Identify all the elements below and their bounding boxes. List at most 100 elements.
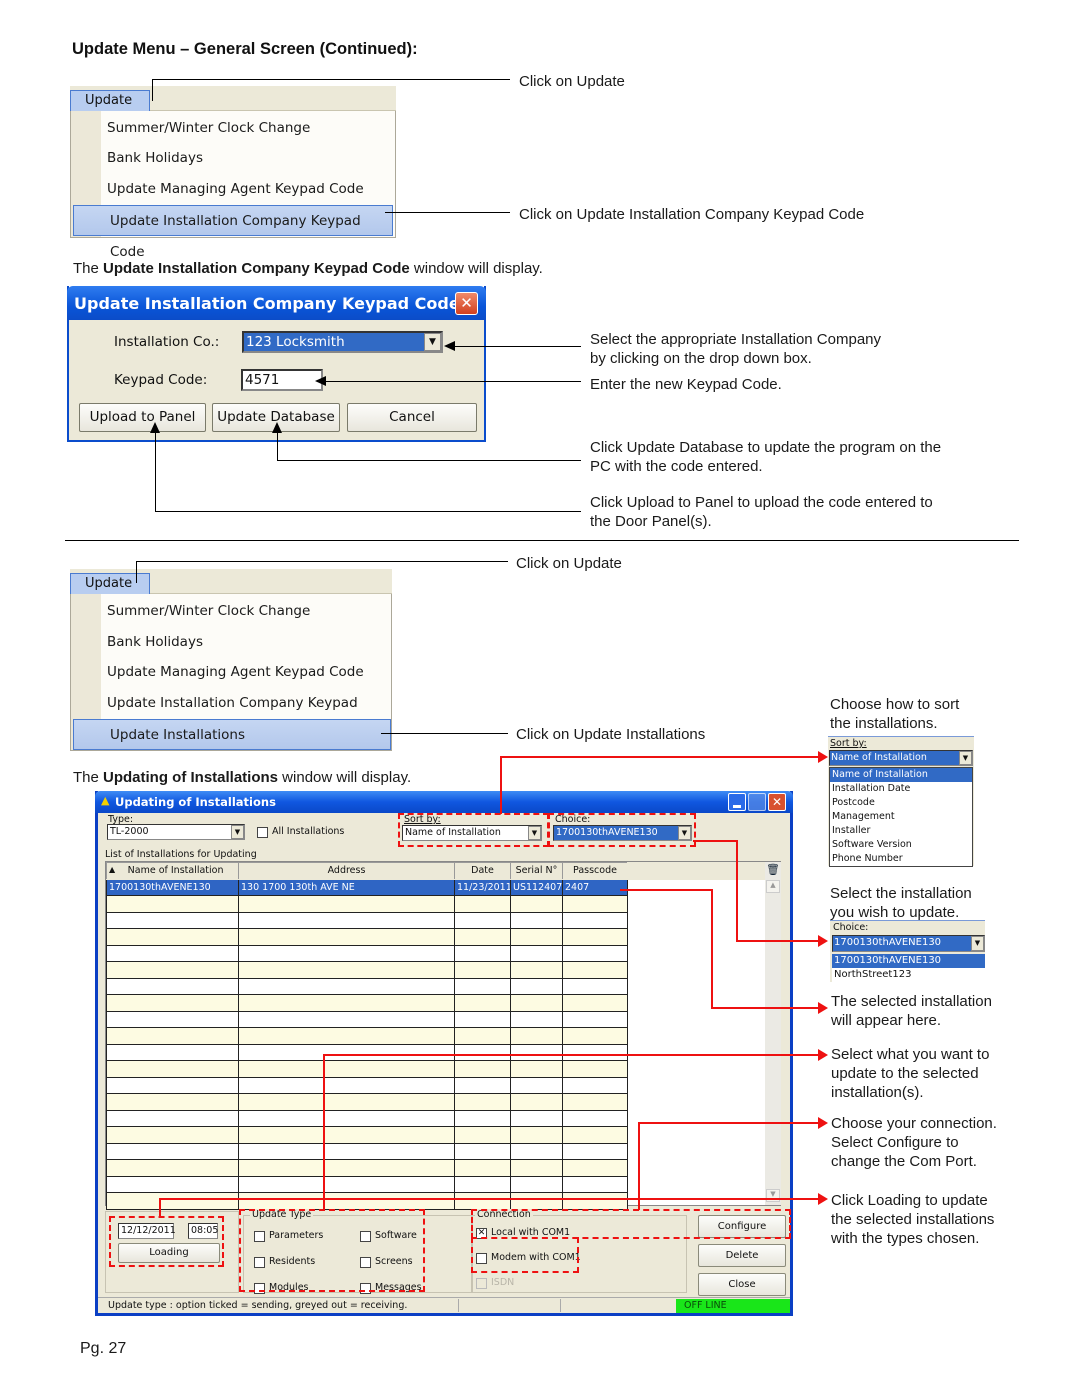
menu-item-clock-change[interactable]: Summer/Winter Clock Change [71, 113, 395, 144]
table-row-empty[interactable] [106, 994, 628, 1012]
table-cell [510, 1076, 563, 1094]
menu-item-installation-company-code[interactable]: Update Installation Company Keypad Code [73, 205, 393, 260]
sort-option[interactable]: Phone Number [830, 852, 972, 866]
table-cell [510, 911, 563, 929]
table-row-empty[interactable] [106, 944, 628, 962]
list-label: List of Installations for Updating [105, 849, 257, 860]
table-row-empty[interactable] [106, 928, 628, 946]
column-header-name[interactable]: ▲ Name of Installation [106, 862, 239, 880]
table-cell [562, 977, 628, 995]
menu-update[interactable]: Update [70, 573, 150, 595]
table-cell [562, 1192, 628, 1210]
connection-status-badge: OFF LINE [676, 1299, 790, 1313]
chevron-down-icon[interactable]: ▼ [424, 333, 441, 351]
maximize-icon[interactable] [748, 793, 766, 811]
update-menu-1: Update Summer/Winter Clock Change Bank H… [70, 86, 396, 260]
menu-item-clock-change[interactable]: Summer/Winter Clock Change [71, 596, 391, 627]
chevron-down-icon[interactable]: ▼ [971, 936, 984, 951]
table-row-empty[interactable] [106, 1093, 628, 1111]
column-header-passcode[interactable]: Passcode [562, 862, 628, 880]
all-installations-label: All Installations [272, 826, 345, 837]
sort-option[interactable]: Management [830, 810, 972, 824]
table-row-empty[interactable] [106, 1043, 628, 1061]
table-row-empty[interactable] [106, 961, 628, 979]
table-row-empty[interactable] [106, 977, 628, 995]
vertical-scrollbar[interactable]: 🗑 ▲ ▼ [765, 862, 781, 1205]
table-row-empty[interactable] [106, 1109, 628, 1127]
table-row-empty[interactable] [106, 1175, 628, 1193]
connection-help: Choose your connection. Select Configure… [831, 1115, 997, 1170]
column-header-date[interactable]: Date [454, 862, 511, 880]
sort-option[interactable]: Name of Installation [830, 768, 972, 782]
keypad-code-input[interactable]: 4571 [241, 369, 323, 391]
type-select[interactable]: TL-2000 ▼ [107, 824, 245, 840]
table-row-empty[interactable] [106, 1010, 628, 1028]
chevron-down-icon[interactable]: ▼ [959, 751, 972, 765]
table-row-empty[interactable] [106, 1192, 628, 1210]
minimize-icon[interactable] [728, 793, 746, 811]
upload-to-panel-button[interactable]: Upload to Panel [79, 403, 206, 432]
table-cell [454, 1109, 511, 1127]
connection-option-label: ISDN [491, 1277, 515, 1288]
table-cell [106, 895, 239, 913]
scroll-down-icon[interactable]: ▼ [766, 1189, 780, 1202]
table-row-empty[interactable] [106, 895, 628, 913]
column-header-serial[interactable]: Serial N° [510, 862, 563, 880]
table-header: ▲ Name of Installation Address Date Seria… [106, 862, 628, 880]
choice-select-open[interactable]: 1700130thAVENE130 ▼ [832, 935, 985, 952]
table-cell [510, 944, 563, 962]
menu-item-installation-company-code[interactable]: Update Installation Company Keypad Code [71, 688, 391, 742]
sort-option[interactable]: Installation Date [830, 782, 972, 796]
table-row-empty[interactable] [106, 1060, 628, 1078]
all-installations-checkbox[interactable] [257, 827, 268, 838]
table-cell [454, 961, 511, 979]
table-cell [454, 944, 511, 962]
menu-item-managing-agent-code[interactable]: Update Managing Agent Keypad Code [71, 174, 395, 205]
table-row-empty[interactable] [106, 1159, 628, 1177]
table-cell [562, 944, 628, 962]
table-cell [106, 994, 239, 1012]
trash-icon[interactable]: 🗑 [766, 863, 780, 878]
connection-checkbox[interactable] [476, 1278, 487, 1289]
table-cell [106, 1027, 239, 1045]
installation-co-select[interactable]: 123 Locksmith ▼ [242, 331, 443, 353]
table-row-empty[interactable] [106, 911, 628, 929]
table-row-empty[interactable] [106, 1126, 628, 1144]
update-help: Select what you want to update to the se… [831, 1046, 990, 1101]
intro-dialog1: The Update Installation Company Keypad C… [73, 260, 543, 277]
menu-item-bank-holidays[interactable]: Bank Holidays [71, 143, 395, 174]
callout-select-company-2: by clicking on the drop down box. [590, 350, 812, 367]
table-cell [238, 977, 455, 995]
callout-enter-code: Enter the new Keypad Code. [590, 376, 782, 393]
table-cell [562, 961, 628, 979]
scroll-up-icon[interactable]: ▲ [766, 880, 780, 893]
table-row-empty[interactable] [106, 1076, 628, 1094]
close-icon[interactable]: ✕ [455, 292, 478, 315]
delete-button[interactable]: Delete [698, 1244, 786, 1267]
sort-option[interactable]: Postcode [830, 796, 972, 810]
menu-update[interactable]: Update [70, 90, 150, 112]
sort-option[interactable]: Installer [830, 824, 972, 838]
table-row[interactable]: 1700130thAVENE130 130 1700 130th AVE NE 11… [106, 878, 628, 896]
chevron-down-icon[interactable]: ▼ [231, 825, 244, 839]
table-cell [510, 1159, 563, 1177]
menu-item-managing-agent-code[interactable]: Update Managing Agent Keypad Code [71, 657, 391, 688]
cancel-button[interactable]: Cancel [347, 403, 477, 432]
table-cell [106, 1175, 239, 1193]
table-cell [510, 961, 563, 979]
menu-item-bank-holidays[interactable]: Bank Holidays [71, 627, 391, 658]
arrow-icon [444, 341, 455, 351]
choice-option[interactable]: 1700130thAVENE130 [832, 954, 985, 968]
close-button[interactable]: Close [698, 1273, 786, 1296]
sort-by-select-open[interactable]: Name of Installation ▼ [829, 750, 973, 766]
menu-item-update-installations[interactable]: Update Installations [73, 719, 391, 750]
table-row-empty[interactable] [106, 1027, 628, 1045]
table-row-empty[interactable] [106, 1142, 628, 1160]
close-icon[interactable]: ✕ [768, 793, 786, 811]
sort-option[interactable]: Software Version [830, 838, 972, 852]
keypad-code-dialog: Update Installation Company Keypad Code … [67, 286, 486, 442]
column-header-address[interactable]: Address [238, 862, 455, 880]
table-cell [562, 1093, 628, 1111]
choice-option[interactable]: NorthStreet123 [832, 968, 985, 982]
table-cell [510, 1060, 563, 1078]
